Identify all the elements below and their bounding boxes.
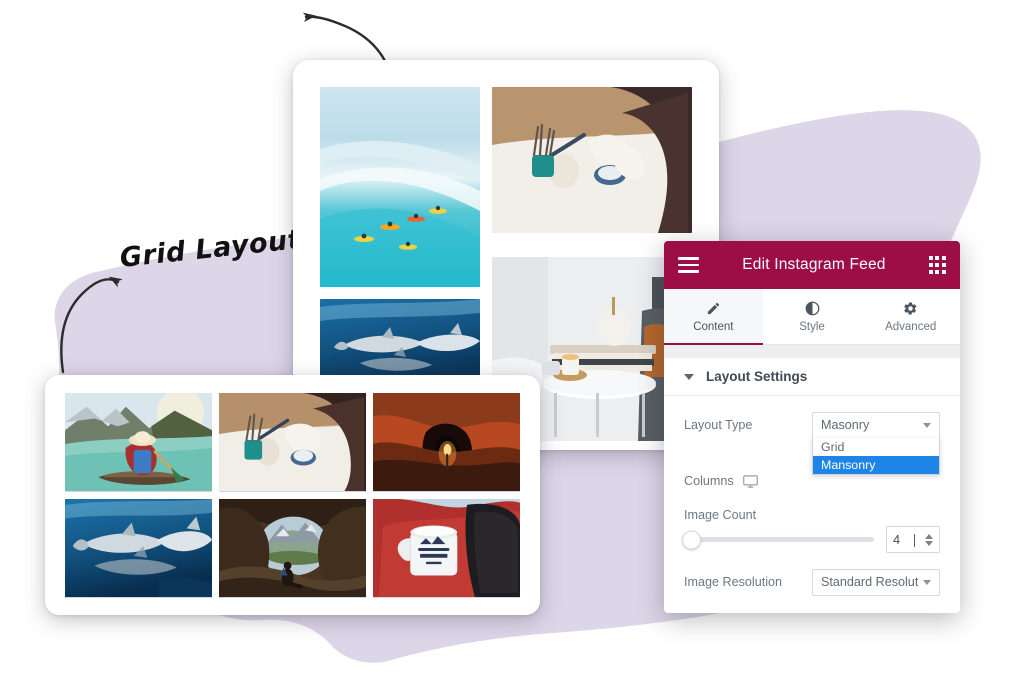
number-stepper[interactable]	[925, 533, 933, 546]
chevron-down-icon	[923, 422, 931, 428]
panel-title: Edit Instagram Feed	[742, 256, 886, 273]
image-count-label: Image Count	[684, 508, 757, 522]
panel-body: Layout Type Masonry Grid Mansonry Column…	[664, 396, 960, 613]
image-resolution-label: Image Resolution	[684, 575, 783, 589]
image-count-input[interactable]: 4	[886, 526, 940, 553]
contrast-icon	[805, 301, 820, 316]
layout-type-option-grid[interactable]: Grid	[813, 438, 939, 456]
stepper-up-icon[interactable]	[925, 533, 933, 539]
tab-content[interactable]: Content	[664, 289, 763, 345]
hamburger-icon[interactable]	[678, 257, 699, 273]
gallery-image-cave-torch[interactable]	[373, 393, 520, 492]
tab-advanced[interactable]: Advanced	[861, 289, 961, 344]
columns-label-wrap: Columns	[684, 474, 758, 488]
layout-type-select[interactable]: Masonry	[812, 411, 940, 439]
gallery-image-adventure-mug[interactable]	[373, 499, 520, 598]
tab-advanced-label: Advanced	[885, 320, 937, 333]
slider-thumb[interactable]	[682, 530, 701, 549]
layout-type-option-mansonry[interactable]: Mansonry	[813, 456, 939, 474]
gallery-image-cave-valley[interactable]	[219, 499, 366, 598]
apps-grid-icon[interactable]	[928, 256, 946, 274]
grid-layout-annotation: Grid Layout	[118, 224, 303, 274]
field-image-resolution: Image Resolution Standard Resolutio	[684, 567, 940, 597]
grid-gallery	[65, 393, 520, 598]
panel-header: Edit Instagram Feed	[664, 241, 960, 289]
tab-style-label: Style	[799, 320, 825, 333]
columns-label: Columns	[684, 474, 734, 488]
grid-preview-card	[45, 375, 540, 615]
section-spacer	[664, 345, 960, 358]
gallery-image-dolphins[interactable]	[320, 299, 480, 387]
image-resolution-value: Standard Resolutio	[821, 575, 919, 589]
section-title: Layout Settings	[706, 369, 808, 384]
caret-down-icon	[684, 373, 694, 380]
tab-style[interactable]: Style	[762, 289, 862, 344]
image-count-control: 4	[682, 526, 940, 553]
stepper-down-icon[interactable]	[925, 540, 933, 546]
image-count-value: 4	[893, 532, 925, 547]
layout-type-value: Masonry	[821, 418, 870, 432]
gallery-image-surfers[interactable]	[320, 87, 480, 287]
image-count-slider[interactable]	[682, 530, 874, 549]
pencil-icon	[706, 301, 721, 316]
tab-content-label: Content	[693, 320, 734, 333]
layout-settings-section-header[interactable]: Layout Settings	[664, 358, 960, 396]
scene: Grid Layout Edit Instagram Feed Content …	[0, 0, 1024, 694]
desktop-monitor-icon[interactable]	[742, 474, 758, 488]
field-layout-type: Layout Type Masonry Grid Mansonry	[684, 410, 940, 475]
edit-instagram-feed-panel: Edit Instagram Feed Content Style Advanc…	[664, 241, 961, 613]
image-resolution-select[interactable]: Standard Resolutio	[812, 568, 940, 596]
layout-type-label: Layout Type	[684, 418, 753, 432]
chevron-down-icon	[923, 579, 931, 585]
gallery-image-pottery[interactable]	[492, 87, 692, 233]
gallery-image-canoe[interactable]	[65, 393, 212, 492]
gear-icon	[903, 301, 918, 316]
panel-tabs: Content Style Advanced	[664, 289, 961, 345]
gallery-image-dolphins[interactable]	[65, 499, 212, 598]
layout-type-dropdown[interactable]: Grid Mansonry	[812, 438, 940, 475]
gallery-image-pottery[interactable]	[219, 393, 366, 492]
